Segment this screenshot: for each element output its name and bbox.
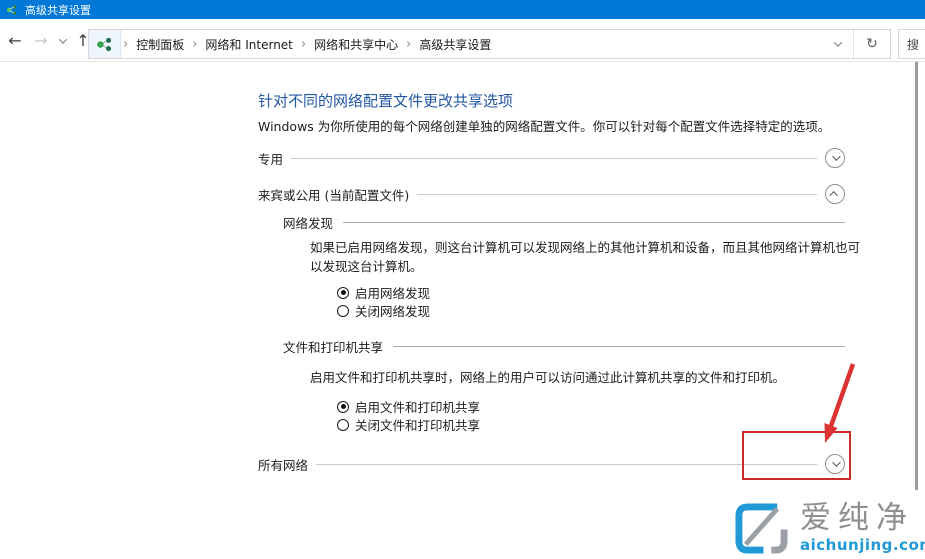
radio-disable-file-printer-sharing[interactable]: 关闭文件和打印机共享 (337, 417, 480, 432)
chevron-down-icon (59, 35, 67, 43)
radio-label: 关闭网络发现 (355, 301, 430, 320)
radio-disable-network-discovery[interactable]: 关闭网络发现 (337, 303, 430, 318)
address-bar[interactable]: › 控制面板 › 网络和 Internet › 网络和共享中心 › 高级共享设置… (88, 29, 891, 59)
radio-label: 启用文件和打印机共享 (355, 397, 480, 416)
radio-enable-file-printer-sharing[interactable]: 启用文件和打印机共享 (337, 399, 480, 414)
chevron-down-icon (832, 152, 840, 160)
chevron-up-icon (829, 191, 837, 199)
network-discovery-options: 启用网络发现 关闭网络发现 (337, 285, 430, 318)
radio-button-icon (337, 305, 349, 317)
aichunjing-logo-icon (733, 502, 790, 555)
group-file-printer-sharing: 文件和打印机共享 (283, 334, 845, 358)
file-printer-sharing-options: 启用文件和打印机共享 关闭文件和打印机共享 (337, 399, 480, 432)
file-printer-sharing-description: 启用文件和打印机共享时，网络上的用户可以访问通过此计算机共享的文件和打印机。 (310, 368, 870, 387)
section-divider-line (417, 194, 817, 195)
breadcrumb-separator: › (299, 37, 308, 52)
window-right-border (915, 62, 918, 490)
network-discovery-description: 如果已启用网络发现，则这台计算机可以发现网络上的其他计算机和设备，而且其他网络计… (310, 238, 860, 277)
breadcrumb-network-internet[interactable]: 网络和 Internet (199, 36, 298, 53)
section-all-networks-title: 所有网络 (258, 455, 308, 474)
breadcrumb-separator: › (190, 37, 199, 52)
expand-section-button[interactable] (825, 148, 845, 168)
group-network-discovery-title: 网络发现 (283, 213, 333, 232)
page-intro-text: Windows 为你所使用的每个网络创建单独的网络配置文件。你可以针对每个配置文… (258, 116, 830, 135)
radio-button-icon (337, 401, 349, 413)
annotation-arrow-icon (805, 356, 865, 456)
watermark-domain: aichunjing.com (800, 536, 925, 554)
breadcrumb: › 控制面板 › 网络和 Internet › 网络和共享中心 › 高级共享设置 (121, 36, 497, 53)
breadcrumb-network-sharing-center[interactable]: 网络和共享中心 (308, 36, 404, 53)
radio-button-icon (337, 419, 349, 431)
back-button[interactable]: ← (2, 19, 28, 62)
title-bar: 高级共享设置 (0, 0, 925, 19)
window-icon (6, 4, 18, 16)
watermark-brand-name: 爱纯净 (800, 502, 925, 535)
advanced-sharing-settings-window: 高级共享设置 ← → ↑ › (0, 0, 925, 559)
network-sharing-icon (96, 37, 113, 52)
section-guest-public-title: 来宾或公用 (当前配置文件) (258, 185, 409, 204)
section-private-title: 专用 (258, 149, 283, 168)
radio-enable-network-discovery[interactable]: 启用网络发现 (337, 285, 430, 300)
group-file-printer-sharing-title: 文件和打印机共享 (283, 337, 383, 356)
breadcrumb-advanced-sharing[interactable]: 高级共享设置 (413, 36, 497, 53)
chevron-down-icon (834, 38, 842, 46)
breadcrumb-separator: › (404, 37, 413, 52)
group-network-discovery: 网络发现 (283, 210, 845, 234)
breadcrumb-separator: › (121, 37, 130, 52)
group-divider-line (393, 346, 845, 347)
address-dropdown-button[interactable] (823, 30, 853, 58)
forward-button[interactable]: → (28, 19, 54, 62)
radio-label: 启用网络发现 (355, 283, 430, 302)
recent-pages-dropdown[interactable] (54, 19, 72, 62)
search-input[interactable]: 搜 (898, 29, 925, 59)
page-title: 针对不同的网络配置文件更改共享选项 (258, 90, 513, 111)
collapse-section-button[interactable] (825, 184, 845, 204)
radio-label: 关闭文件和打印机共享 (355, 415, 480, 434)
breadcrumb-control-panel[interactable]: 控制面板 (130, 36, 190, 53)
address-location-icon-button[interactable] (89, 30, 121, 58)
navigation-bar: ← → ↑ › 控制面板 › (0, 19, 925, 62)
section-divider-line (291, 158, 817, 159)
radio-button-icon (337, 287, 349, 299)
section-private: 专用 (258, 146, 845, 170)
section-guest-public: 来宾或公用 (当前配置文件) (258, 182, 845, 206)
group-divider-line (343, 222, 845, 223)
refresh-button[interactable]: ↻ (854, 30, 890, 58)
watermark: 爱纯净 aichunjing.com (733, 502, 925, 555)
window-title: 高级共享设置 (25, 2, 91, 18)
